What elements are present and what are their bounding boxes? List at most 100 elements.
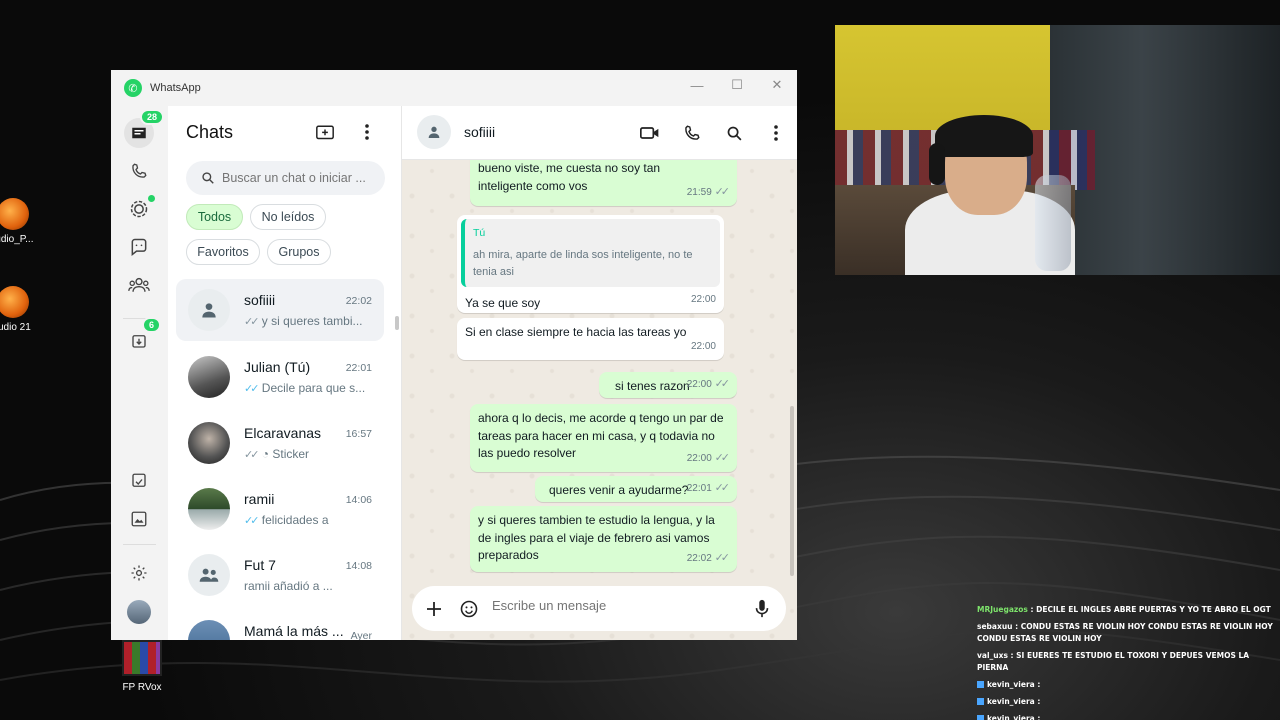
filter-chip-grupos[interactable]: Grupos bbox=[267, 239, 331, 265]
desktop-icon-label: tudio_P... bbox=[0, 234, 34, 245]
avatar bbox=[188, 620, 230, 640]
status-new-dot bbox=[148, 195, 155, 202]
message-meta: 22:00 ✓✓ bbox=[686, 451, 731, 464]
message-outgoing[interactable]: ahora q lo decis, me acorde q tengo un p… bbox=[470, 404, 737, 472]
filter-chip-todos[interactable]: Todos bbox=[186, 204, 243, 230]
chat-list-item[interactable]: sofiiii 22:02 ✓✓ y si queres tambi... bbox=[176, 279, 384, 341]
desktop-icon-fl-studio-producer[interactable]: tudio_P... bbox=[0, 198, 48, 245]
search-icon bbox=[727, 126, 741, 140]
microphone-icon bbox=[755, 599, 769, 618]
navigation-rail: 28 6 bbox=[111, 106, 168, 640]
streamer-hair bbox=[935, 115, 1033, 157]
stream-chat-user: kevin_viera bbox=[987, 697, 1035, 706]
chat-list-item[interactable]: Julian (Tú) 22:01 ✓✓ Decile para que s..… bbox=[176, 346, 384, 408]
phone-icon bbox=[132, 163, 147, 178]
conversation-scrollbar[interactable] bbox=[790, 406, 794, 576]
rail-communities-button[interactable] bbox=[124, 270, 154, 300]
avatar bbox=[188, 356, 230, 398]
video-call-button[interactable] bbox=[638, 121, 662, 145]
default-avatar-icon bbox=[188, 289, 230, 331]
conversation-search-button[interactable] bbox=[722, 121, 746, 145]
chat-search-input[interactable] bbox=[222, 171, 382, 185]
archived-unread-badge: 6 bbox=[142, 317, 162, 333]
message-meta: 22:00 ✓✓ bbox=[686, 377, 731, 390]
attach-button[interactable] bbox=[422, 597, 446, 621]
filter-chip-no-leidos[interactable]: No leídos bbox=[250, 204, 326, 230]
chat-list-item[interactable]: Mamá la más ... Ayer bbox=[176, 610, 384, 640]
message-incoming[interactable]: Tú ah mira, aparte de linda sos intelige… bbox=[457, 215, 724, 313]
sticker-icon: ◔ bbox=[261, 447, 270, 461]
stream-chat-user: sebaxuu bbox=[977, 622, 1013, 631]
filter-chip-favoritos[interactable]: Favoritos bbox=[186, 239, 260, 265]
title-bar[interactable]: ✆ WhatsApp — ☐ ✕ bbox=[111, 70, 797, 106]
chat-name: Fut 7 bbox=[244, 557, 276, 573]
webcam-overlay bbox=[835, 25, 1280, 275]
rail-starred-button[interactable] bbox=[124, 466, 154, 496]
chat-list-scrollbar[interactable] bbox=[395, 316, 399, 330]
bottle bbox=[1035, 175, 1071, 271]
message-outgoing[interactable]: si tenes razon 22:00 ✓✓ bbox=[599, 372, 737, 398]
message-input[interactable] bbox=[492, 598, 732, 613]
stream-chat-message: kevin_viera : bbox=[977, 679, 1277, 691]
default-avatar-icon[interactable] bbox=[417, 115, 451, 149]
rail-media-button[interactable] bbox=[124, 504, 154, 534]
chat-time: Ayer bbox=[350, 630, 372, 640]
close-button[interactable]: ✕ bbox=[757, 70, 797, 100]
delivered-ticks-icon: ✓✓ bbox=[714, 551, 731, 564]
conversation-contact-name[interactable]: sofiiii bbox=[464, 124, 495, 140]
message-composer bbox=[412, 586, 786, 631]
rail-divider bbox=[123, 544, 156, 545]
chat-badge-icon bbox=[977, 681, 984, 688]
message-text: Ya se que soy bbox=[465, 295, 541, 310]
message-outgoing[interactable]: bueno viste, me cuesta no soy tan inteli… bbox=[470, 154, 737, 206]
chat-list-item[interactable]: Elcaravanas 16:57 ✓✓ ◔ Sticker bbox=[176, 412, 384, 474]
delivered-ticks-icon: ✓✓ bbox=[714, 451, 731, 464]
desktop-icon-fp-rvox[interactable]: FP RVox bbox=[107, 640, 177, 693]
chat-list-item[interactable]: Fut 7 14:08 ramii añadió a ... bbox=[176, 544, 384, 606]
chat-list-item[interactable]: ramii 14:06 ✓✓ felicidades a bbox=[176, 478, 384, 540]
chat-list-menu-button[interactable] bbox=[355, 120, 379, 144]
plus-icon bbox=[427, 602, 441, 616]
delivered-ticks-icon: ✓✓ bbox=[714, 377, 731, 390]
rail-channels-button[interactable] bbox=[124, 232, 154, 262]
stream-chat-message: kevin_viera : bbox=[977, 713, 1277, 720]
chat-search-box[interactable] bbox=[186, 161, 385, 195]
rail-settings-button[interactable] bbox=[124, 558, 154, 588]
chat-time: 14:08 bbox=[345, 560, 372, 572]
profile-avatar[interactable] bbox=[127, 600, 151, 624]
search-icon bbox=[200, 170, 216, 186]
chat-preview: ✓✓ Decile para que s... bbox=[244, 381, 366, 395]
maximize-button[interactable]: ☐ bbox=[717, 70, 757, 100]
chat-badge-icon bbox=[977, 715, 984, 720]
message-meta: 22:02 ✓✓ bbox=[686, 551, 731, 564]
chat-time: 22:02 bbox=[345, 295, 372, 307]
desktop-icon-label: FP RVox bbox=[122, 682, 162, 693]
rail-calls-button[interactable] bbox=[124, 156, 154, 186]
message-outgoing[interactable]: queres venir a ayudarme? 22:01 ✓✓ bbox=[535, 476, 737, 502]
message-text: Si en clase siempre te hacia las tareas … bbox=[465, 325, 687, 339]
message-incoming[interactable]: Si en clase siempre te hacia las tareas … bbox=[457, 318, 724, 360]
chat-name: sofiiii bbox=[244, 292, 276, 308]
conversation-header[interactable]: sofiiii bbox=[402, 106, 797, 160]
voice-message-button[interactable] bbox=[750, 597, 774, 621]
fl-studio-icon bbox=[0, 286, 29, 318]
chats-unread-badge: 28 bbox=[140, 109, 165, 125]
read-receipt-icon: ✓✓ bbox=[244, 383, 260, 395]
desktop-icon-fl-studio-21[interactable]: tudio 21 bbox=[0, 286, 48, 333]
quoted-message[interactable]: Tú ah mira, aparte de linda sos intelige… bbox=[461, 219, 720, 287]
chat-preview: ✓✓ felicidades a bbox=[244, 513, 329, 527]
minimize-button[interactable]: — bbox=[677, 70, 717, 100]
avatar bbox=[188, 422, 230, 464]
new-chat-button[interactable] bbox=[313, 120, 337, 144]
chat-time: 14:06 bbox=[345, 494, 372, 506]
chat-preview: ramii añadió a ... bbox=[244, 579, 333, 593]
chat-name: Mamá la más ... bbox=[244, 623, 344, 639]
quoted-author: Tú bbox=[473, 227, 486, 239]
voice-call-button[interactable] bbox=[680, 121, 704, 145]
chat-preview: ✓✓ ◔ Sticker bbox=[244, 447, 310, 461]
channels-icon bbox=[131, 238, 147, 257]
emoji-button[interactable] bbox=[457, 597, 481, 621]
conversation-menu-button[interactable] bbox=[764, 121, 788, 145]
desktop-icon-label: tudio 21 bbox=[0, 322, 31, 333]
message-outgoing[interactable]: y si queres tambien te estudio la lengua… bbox=[470, 506, 737, 572]
